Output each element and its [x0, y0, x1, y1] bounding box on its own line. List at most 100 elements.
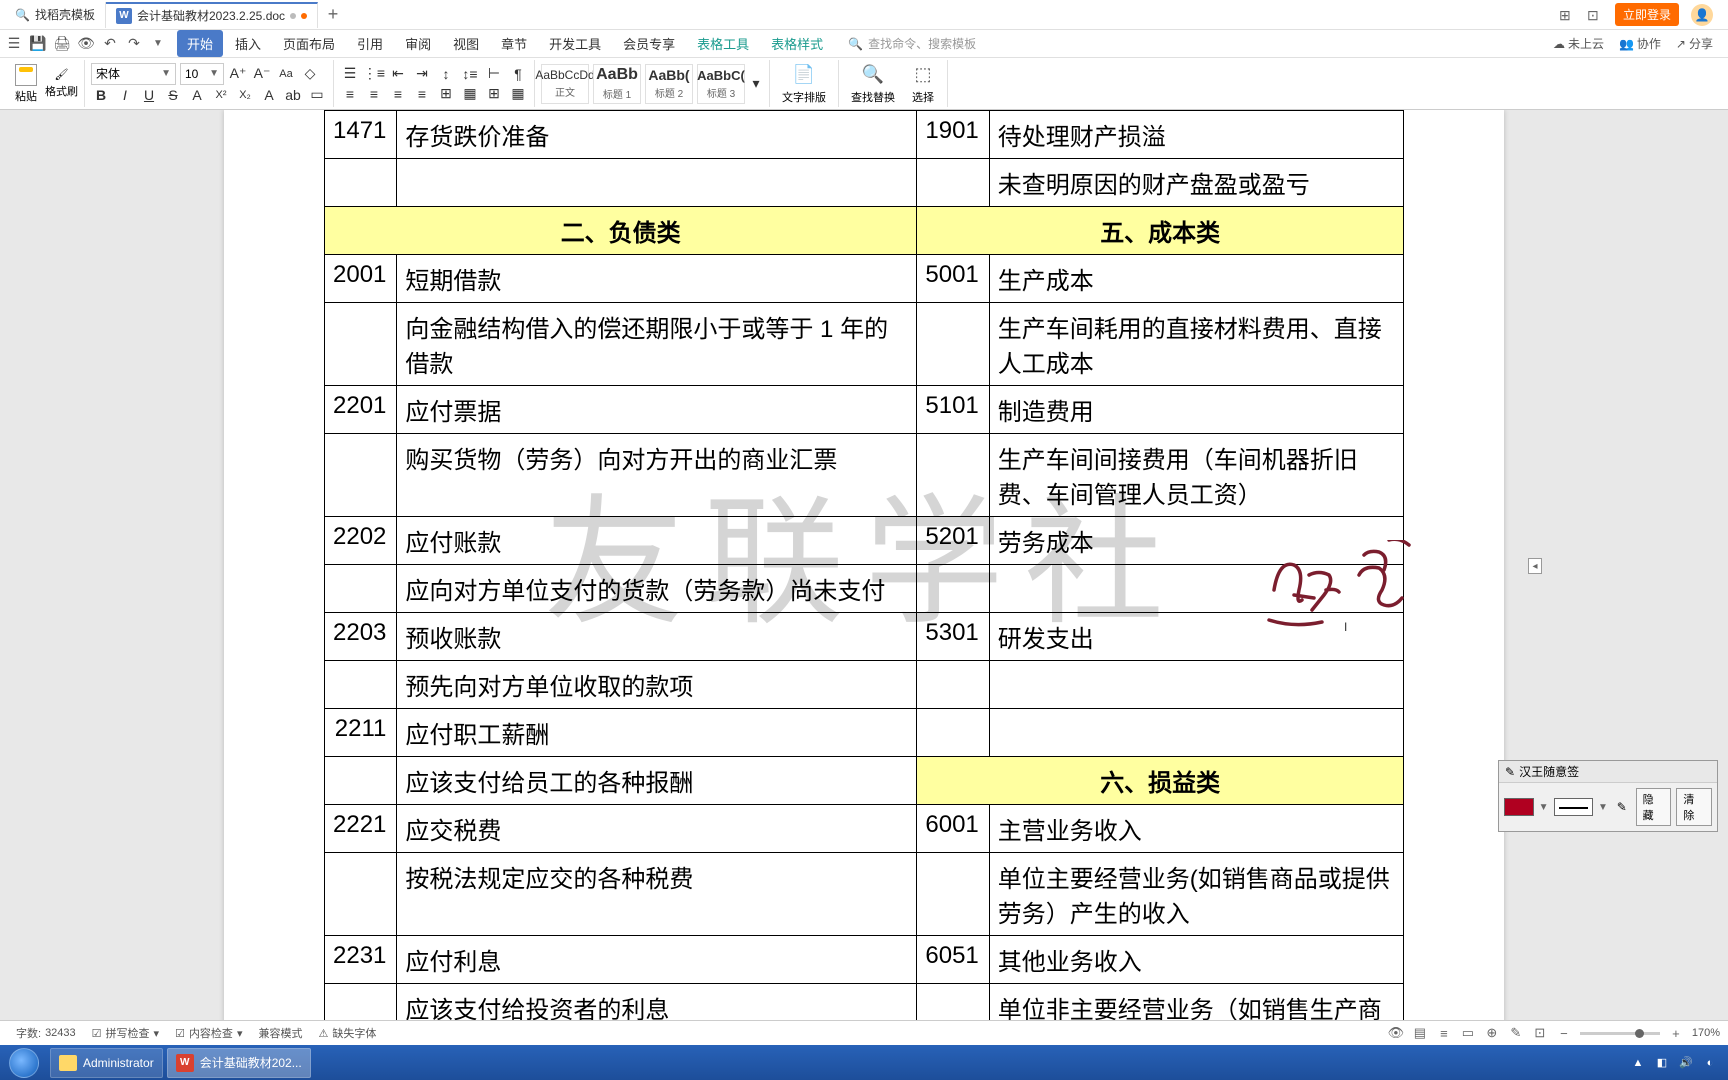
change-case-button[interactable]: Aa — [276, 64, 296, 84]
command-search[interactable]: 🔍 查找命令、搜索模板 — [848, 35, 976, 52]
tab-start[interactable]: 开始 — [177, 30, 223, 57]
indent-button[interactable]: ⇥ — [412, 64, 432, 84]
word-count[interactable]: 字数: 32433 — [8, 1025, 84, 1041]
find-replace-button[interactable]: 🔍查找替换 — [845, 63, 901, 105]
highlight-button[interactable]: ab — [283, 85, 303, 105]
format-painter-button[interactable]: 🖌格式刷 — [45, 68, 78, 99]
tab-layout[interactable]: 页面布局 — [273, 30, 345, 57]
tab-button[interactable]: ⊢ — [484, 64, 504, 84]
hide-button[interactable]: 隐藏 — [1636, 788, 1672, 826]
collab-button[interactable]: 👥协作 — [1619, 35, 1661, 52]
bullets-button[interactable]: ☰ — [340, 64, 360, 84]
select-button[interactable]: ⬚选择 — [905, 63, 941, 105]
align-left-button[interactable]: ≡ — [340, 84, 360, 104]
line-width-picker[interactable] — [1554, 798, 1593, 816]
outdent-button[interactable]: ⇤ — [388, 64, 408, 84]
style-normal[interactable]: AaBbCcDd正文 — [541, 64, 589, 104]
apps-icon[interactable]: ⊡ — [1587, 7, 1603, 23]
outline-icon[interactable]: ≡ — [1436, 1025, 1452, 1041]
paste-button[interactable]: 粘贴 — [11, 64, 41, 104]
add-tab-button[interactable]: + — [318, 4, 348, 25]
text-layout-button[interactable]: 📄文字排版 — [776, 63, 832, 105]
zoom-in-button[interactable]: + — [1668, 1025, 1684, 1041]
tab-insert[interactable]: 插入 — [225, 30, 271, 57]
numbering-button[interactable]: ⋮≡ — [364, 64, 384, 84]
grid-icon[interactable]: ⊞ — [1559, 7, 1575, 23]
line-spacing-button[interactable]: ↕≡ — [460, 64, 480, 84]
font-expand-button[interactable]: A — [187, 85, 207, 105]
superscript-button[interactable]: X² — [211, 85, 231, 105]
tray-up-icon[interactable]: ▲ — [1630, 1055, 1646, 1071]
cloud-status[interactable]: ☁未上云 — [1553, 35, 1604, 52]
sort-button[interactable]: ↕ — [436, 64, 456, 84]
style-heading3[interactable]: AaBbC(标题 3 — [697, 64, 745, 104]
shading-button[interactable]: ▦ — [460, 84, 480, 104]
spellcheck-button[interactable]: ☑ 拼写检查 ▾ — [84, 1025, 167, 1041]
tab-view[interactable]: 视图 — [443, 30, 489, 57]
increase-font-button[interactable]: A⁺ — [228, 64, 248, 84]
volume-icon[interactable]: 🔊 — [1678, 1055, 1694, 1071]
underline-button[interactable]: U — [139, 85, 159, 105]
start-button[interactable] — [0, 1045, 48, 1080]
tab-document[interactable]: W 会计基础教材2023.2.25.doc — [106, 2, 318, 28]
menu-icon[interactable]: ☰ — [5, 35, 23, 53]
print-icon[interactable]: 🖨 — [53, 35, 71, 53]
save-icon[interactable]: 💾 — [29, 35, 47, 53]
zoom-out-button[interactable]: − — [1556, 1025, 1572, 1041]
eye-icon[interactable]: 👁 — [1388, 1025, 1404, 1041]
document-area[interactable]: 友联学社 1471存货跌价准备1901待处理财产损溢 未查明原因的财产盘盈或盈亏… — [0, 110, 1728, 1020]
dropdown-icon[interactable]: ▼ — [149, 35, 167, 53]
color-picker[interactable] — [1504, 798, 1534, 816]
align-center-button[interactable]: ≡ — [364, 84, 384, 104]
tab-tablestyle[interactable]: 表格样式 — [761, 30, 833, 57]
page-marker[interactable]: ◂ — [1528, 558, 1542, 574]
page-view-icon[interactable]: ▤ — [1412, 1025, 1428, 1041]
tab-member[interactable]: 会员专享 — [613, 30, 685, 57]
avatar[interactable]: 👤 — [1691, 4, 1713, 26]
align-right-button[interactable]: ≡ — [388, 84, 408, 104]
missing-font-button[interactable]: ⚠ 缺失字体 — [310, 1025, 384, 1041]
strikethrough-button[interactable]: S — [163, 85, 183, 105]
char-border-button[interactable]: ▭ — [307, 85, 327, 105]
font-color-button[interactable]: A — [259, 85, 279, 105]
tab-templates[interactable]: 🔍 找稻壳模板 — [5, 2, 106, 28]
style-heading1[interactable]: AaBb标题 1 — [593, 64, 641, 104]
tab-ref[interactable]: 引用 — [347, 30, 393, 57]
tab-tabletool[interactable]: 表格工具 — [687, 30, 759, 57]
fill-color-button[interactable]: ▦ — [508, 84, 528, 104]
decrease-font-button[interactable]: A⁻ — [252, 64, 272, 84]
italic-button[interactable]: I — [115, 85, 135, 105]
borders-button[interactable]: ⊞ — [484, 84, 504, 104]
zoom-level[interactable]: 170% — [1692, 1027, 1720, 1039]
style-more-button[interactable]: ▾ — [749, 74, 763, 94]
taskbar-item-explorer[interactable]: Administrator — [50, 1048, 163, 1078]
clear-button[interactable]: 清除 — [1676, 788, 1712, 826]
undo-icon[interactable]: ↶ — [101, 35, 119, 53]
compat-mode[interactable]: 兼容模式 — [250, 1025, 310, 1041]
chevron-down-icon[interactable]: ▼ — [1539, 802, 1549, 813]
taskbar-item-wps[interactable]: W会计基础教材202... — [167, 1048, 311, 1078]
tab-chapter[interactable]: 章节 — [491, 30, 537, 57]
edit-mode-icon[interactable]: ✎ — [1508, 1025, 1524, 1041]
preview-icon[interactable]: 👁 — [77, 35, 95, 53]
redo-icon[interactable]: ↷ — [125, 35, 143, 53]
clear-format-button[interactable]: ◇ — [300, 64, 320, 84]
distribute-button[interactable]: ⊞ — [436, 84, 456, 104]
bold-button[interactable]: B — [91, 85, 111, 105]
tab-review[interactable]: 审阅 — [395, 30, 441, 57]
chevron-down-icon[interactable]: ▼ — [1598, 802, 1608, 813]
web-view-icon[interactable]: ⊕ — [1484, 1025, 1500, 1041]
font-select[interactable]: 宋体▼ — [91, 63, 176, 85]
fit-icon[interactable]: ⊡ — [1532, 1025, 1548, 1041]
tab-dev[interactable]: 开发工具 — [539, 30, 611, 57]
zoom-slider[interactable] — [1580, 1032, 1660, 1035]
style-heading2[interactable]: AaBb(标题 2 — [645, 64, 693, 104]
show-marks-button[interactable]: ¶ — [508, 64, 528, 84]
contentcheck-button[interactable]: ☑ 内容检查 ▾ — [167, 1025, 250, 1041]
read-view-icon[interactable]: ▭ — [1460, 1025, 1476, 1041]
subscript-button[interactable]: X₂ — [235, 85, 255, 105]
size-select[interactable]: 10▼ — [180, 63, 224, 85]
tray-app-icon[interactable]: ◧ — [1654, 1055, 1670, 1071]
tray-app-icon[interactable]: ◐ — [1702, 1055, 1718, 1071]
share-button[interactable]: ↗分享 — [1676, 35, 1713, 52]
